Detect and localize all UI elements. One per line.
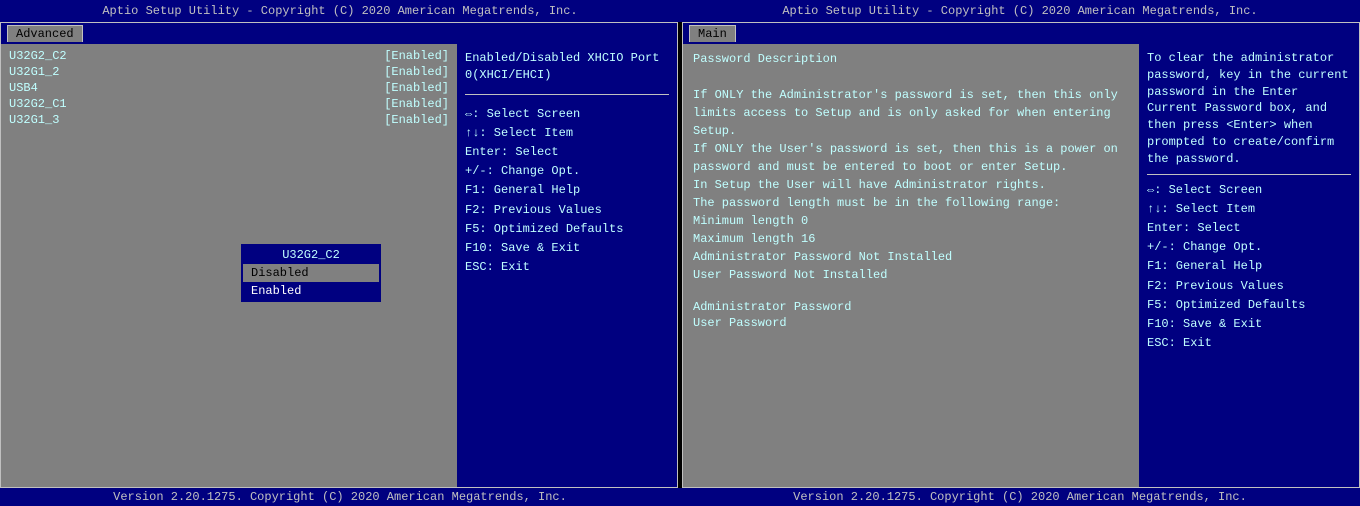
- keyhelp-line: F10: Save & Exit: [1147, 315, 1351, 334]
- keyhelp-line: F5: Optimized Defaults: [465, 220, 669, 239]
- settings-item[interactable]: U32G1_2 [Enabled]: [9, 64, 449, 80]
- item-name: USB4: [9, 81, 38, 95]
- right-divider: [1147, 174, 1351, 175]
- keyhelp-line: +/-: Change Opt.: [465, 162, 669, 181]
- desc-line: In Setup the User will have Administrato…: [693, 176, 1129, 194]
- right-tab-row: Main: [683, 23, 1359, 44]
- top-bar: Aptio Setup Utility - Copyright (C) 2020…: [0, 0, 1360, 22]
- keyhelp-line: F1: General Help: [465, 181, 669, 200]
- keyhelp-line: ESC: Exit: [465, 258, 669, 277]
- desc-line: Setup.: [693, 122, 1129, 140]
- desc-line: Minimum length 0: [693, 212, 1129, 230]
- left-keyhelp: ⇔: Select Screen↑↓: Select ItemEnter: Se…: [465, 105, 669, 278]
- item-name: U32G1_2: [9, 65, 59, 79]
- left-panel: Advanced U32G2_C2 [Enabled] U32G1_2 [Enable…: [0, 22, 678, 488]
- password-links-area[interactable]: Administrator Password User Password: [693, 300, 1129, 330]
- tab-advanced[interactable]: Advanced: [7, 25, 83, 42]
- keyhelp-line: ↑↓: Select Item: [1147, 200, 1351, 219]
- left-sidebar: Enabled/Disabled XHCIO Port 0(XHCI/EHCI)…: [457, 44, 677, 487]
- keyhelp-line: F2: Previous Values: [1147, 277, 1351, 296]
- right-main-area: Password Description If ONLY the Adminis…: [683, 44, 1139, 487]
- top-bar-right: Aptio Setup Utility - Copyright (C) 2020…: [680, 2, 1360, 20]
- password-link[interactable]: Administrator Password: [693, 300, 1129, 314]
- item-value: [Enabled]: [384, 65, 449, 79]
- left-settings-area: U32G2_C2 [Enabled] U32G1_2 [Enabled] USB4 [En…: [1, 44, 457, 487]
- settings-item[interactable]: U32G2_C1 [Enabled]: [9, 96, 449, 112]
- dropdown-option-enabled[interactable]: Enabled: [243, 282, 379, 300]
- right-sidebar-description: To clear the administrator password, key…: [1147, 50, 1351, 168]
- right-sidebar: To clear the administrator password, key…: [1139, 44, 1359, 487]
- tab-main[interactable]: Main: [689, 25, 736, 42]
- desc-line: Password Description: [693, 50, 1129, 68]
- desc-line: limits access to Setup and is only asked…: [693, 104, 1129, 122]
- left-description: Enabled/Disabled XHCIO Port 0(XHCI/EHCI): [465, 50, 669, 84]
- bottom-bar-right: Version 2.20.1275. Copyright (C) 2020 Am…: [680, 490, 1360, 504]
- left-tab-row: Advanced: [1, 23, 677, 44]
- desc-line: User Password Not Installed: [693, 266, 1129, 284]
- desc-line: password and must be entered to boot or …: [693, 158, 1129, 176]
- bottom-bar: Version 2.20.1275. Copyright (C) 2020 Am…: [0, 488, 1360, 506]
- right-panel: Main Password Description If ONLY the Ad…: [682, 22, 1360, 488]
- dropdown-popup[interactable]: U32G2_C2 Disabled Enabled: [241, 244, 381, 302]
- item-value: [Enabled]: [384, 81, 449, 95]
- left-divider: [465, 94, 669, 95]
- keyhelp-line: +/-: Change Opt.: [1147, 238, 1351, 257]
- desc-line: [693, 68, 1129, 86]
- top-bar-left: Aptio Setup Utility - Copyright (C) 2020…: [0, 2, 680, 20]
- settings-item[interactable]: USB4 [Enabled]: [9, 80, 449, 96]
- desc-line: The password length must be in the follo…: [693, 194, 1129, 212]
- keyhelp-line: ⇔: Select Screen: [465, 105, 669, 124]
- dropdown-title: U32G2_C2: [243, 246, 379, 264]
- item-value: [Enabled]: [384, 49, 449, 63]
- password-link[interactable]: User Password: [693, 316, 1129, 330]
- desc-line: Maximum length 16: [693, 230, 1129, 248]
- item-name: U32G1_3: [9, 113, 59, 127]
- right-panel-content: Password Description If ONLY the Adminis…: [683, 44, 1359, 487]
- desc-line: If ONLY the User's password is set, then…: [693, 140, 1129, 158]
- keyhelp-line: Enter: Select: [465, 143, 669, 162]
- left-panel-content: U32G2_C2 [Enabled] U32G1_2 [Enabled] USB4 [En…: [1, 44, 677, 487]
- keyhelp-line: F1: General Help: [1147, 257, 1351, 276]
- password-description: Password Description If ONLY the Adminis…: [693, 50, 1129, 284]
- keyhelp-line: ↑↓: Select Item: [465, 124, 669, 143]
- keyhelp-line: ESC: Exit: [1147, 334, 1351, 353]
- dropdown-option-disabled[interactable]: Disabled: [243, 264, 379, 282]
- settings-item[interactable]: U32G1_3 [Enabled]: [9, 112, 449, 128]
- settings-item[interactable]: U32G2_C2 [Enabled]: [9, 48, 449, 64]
- item-value: [Enabled]: [384, 97, 449, 111]
- main-area: Advanced U32G2_C2 [Enabled] U32G1_2 [Enable…: [0, 22, 1360, 488]
- right-keyhelp: ⇔: Select Screen↑↓: Select ItemEnter: Se…: [1147, 181, 1351, 354]
- keyhelp-line: F10: Save & Exit: [465, 239, 669, 258]
- keyhelp-line: Enter: Select: [1147, 219, 1351, 238]
- keyhelp-line: F5: Optimized Defaults: [1147, 296, 1351, 315]
- desc-line: If ONLY the Administrator's password is …: [693, 86, 1129, 104]
- keyhelp-line: ⇔: Select Screen: [1147, 181, 1351, 200]
- item-value: [Enabled]: [384, 113, 449, 127]
- keyhelp-line: F2: Previous Values: [465, 201, 669, 220]
- item-name: U32G2_C1: [9, 97, 67, 111]
- desc-line: Administrator Password Not Installed: [693, 248, 1129, 266]
- bottom-bar-left: Version 2.20.1275. Copyright (C) 2020 Am…: [0, 490, 680, 504]
- item-name: U32G2_C2: [9, 49, 67, 63]
